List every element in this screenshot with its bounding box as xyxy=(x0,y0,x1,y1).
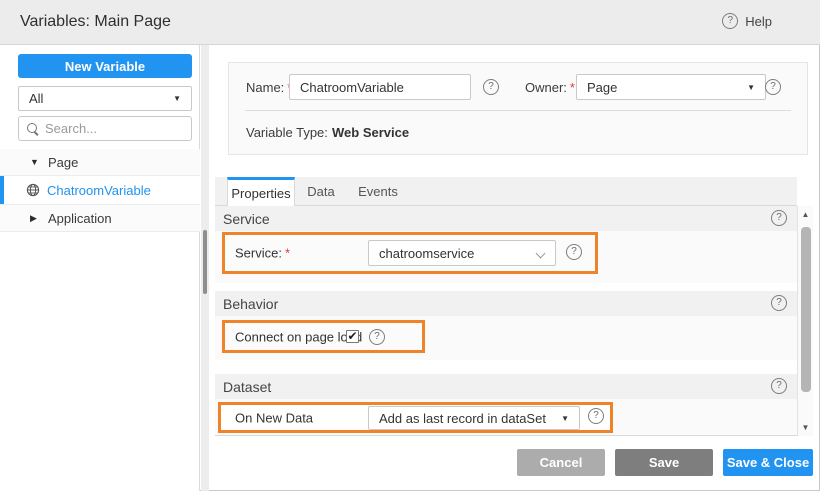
page-title: Variables: Main Page xyxy=(20,13,171,31)
dataset-section-title: Dataset xyxy=(223,379,271,395)
panel-divider xyxy=(245,110,791,111)
service-field-label: Service:* xyxy=(235,246,290,261)
dataset-help-icon[interactable]: ? xyxy=(588,408,604,424)
content-bottom-border xyxy=(215,435,813,436)
owner-select[interactable]: Page ▼ xyxy=(576,74,766,100)
help-label: Help xyxy=(745,14,772,29)
new-variable-button[interactable]: New Variable xyxy=(18,54,192,78)
tab-data[interactable]: Data xyxy=(295,177,347,206)
sidebar-scrollbar[interactable] xyxy=(201,45,209,491)
help-button[interactable]: ? Help xyxy=(722,13,772,29)
tree-group-page[interactable]: ▼ Page xyxy=(0,149,200,176)
caret-down-icon: ▼ xyxy=(173,94,181,103)
tab-events[interactable]: Events xyxy=(347,177,409,206)
service-section-help-icon[interactable]: ? xyxy=(771,210,787,226)
behavior-section-header: Behavior ? xyxy=(215,291,797,316)
behavior-highlight-box: Connect on page load xyxy=(222,320,425,353)
on-new-data-value: Add as last record in dataSet xyxy=(379,411,546,426)
save-button[interactable]: Save xyxy=(615,449,713,476)
variable-type-value: Web Service xyxy=(332,125,409,140)
service-value: chatroomservice xyxy=(379,246,474,261)
variable-tree: ▼ Page ChatroomVariable ▶ Application xyxy=(0,149,200,232)
filter-select[interactable]: All ▼ xyxy=(18,86,192,111)
on-new-data-label: On New Data xyxy=(235,410,313,425)
caret-down-icon[interactable]: ▼ xyxy=(30,157,40,167)
scroll-up-icon[interactable]: ▲ xyxy=(798,210,813,219)
caret-down-icon: ▼ xyxy=(747,83,755,92)
content-scrollbar[interactable]: ▲ ▼ xyxy=(797,206,813,436)
owner-label: Owner:* xyxy=(525,80,575,95)
save-and-close-button[interactable]: Save & Close xyxy=(723,449,813,476)
tree-group-label: Application xyxy=(48,211,112,226)
service-help-icon[interactable]: ? xyxy=(566,244,582,260)
owner-help-icon[interactable]: ? xyxy=(765,79,781,95)
dataset-section-header: Dataset ? xyxy=(215,374,797,399)
help-icon: ? xyxy=(722,13,738,29)
required-marker: * xyxy=(570,80,575,95)
sidebar-scrollbar-thumb[interactable] xyxy=(203,230,207,294)
tree-item-chatroomvariable[interactable]: ChatroomVariable xyxy=(0,176,200,205)
variable-search xyxy=(18,116,192,141)
tab-properties[interactable]: Properties xyxy=(227,177,295,207)
variable-type-label: Variable Type: xyxy=(246,125,328,140)
chevron-down-icon xyxy=(537,249,545,257)
required-marker: * xyxy=(285,246,290,261)
caret-right-icon[interactable]: ▶ xyxy=(30,213,40,224)
connect-on-page-load-checkbox[interactable]: ✔ xyxy=(346,330,359,343)
dataset-section-help-icon[interactable]: ? xyxy=(771,378,787,394)
name-label: Name:* xyxy=(246,80,292,95)
tree-item-label: ChatroomVariable xyxy=(47,183,151,198)
behavior-section-title: Behavior xyxy=(223,296,278,312)
behavior-help-icon[interactable]: ? xyxy=(369,329,385,345)
tree-group-label: Page xyxy=(48,155,78,170)
connect-on-page-load-label: Connect on page load xyxy=(235,329,362,344)
web-service-icon xyxy=(26,183,40,197)
service-section-header: Service ? xyxy=(215,206,797,231)
variables-sidebar: New Variable All ▼ ▼ Page Ch xyxy=(0,45,200,491)
owner-value: Page xyxy=(587,80,617,95)
search-input[interactable] xyxy=(45,121,183,136)
tree-group-application[interactable]: ▶ Application xyxy=(0,205,200,232)
content-scrollbar-thumb[interactable] xyxy=(801,227,811,392)
service-section-title: Service xyxy=(223,211,270,227)
service-select[interactable]: chatroomservice xyxy=(368,240,556,266)
name-help-icon[interactable]: ? xyxy=(483,79,499,95)
cancel-button[interactable]: Cancel xyxy=(517,449,605,476)
scroll-down-icon[interactable]: ▼ xyxy=(798,423,813,432)
tab-bar: Properties Data Events xyxy=(215,177,797,206)
variables-dialog: Variables: Main Page ? Help New Variable… xyxy=(0,0,820,491)
filter-value: All xyxy=(29,91,43,106)
dialog-header: Variables: Main Page ? Help xyxy=(0,0,820,45)
caret-down-icon: ▼ xyxy=(561,414,569,423)
behavior-section-help-icon[interactable]: ? xyxy=(771,295,787,311)
search-icon xyxy=(27,123,39,135)
on-new-data-select[interactable]: Add as last record in dataSet ▼ xyxy=(368,406,580,430)
name-field[interactable] xyxy=(289,74,471,100)
variable-overview-panel: Name:* ? Owner:* Page ▼ ? Variable Type:… xyxy=(228,62,808,155)
